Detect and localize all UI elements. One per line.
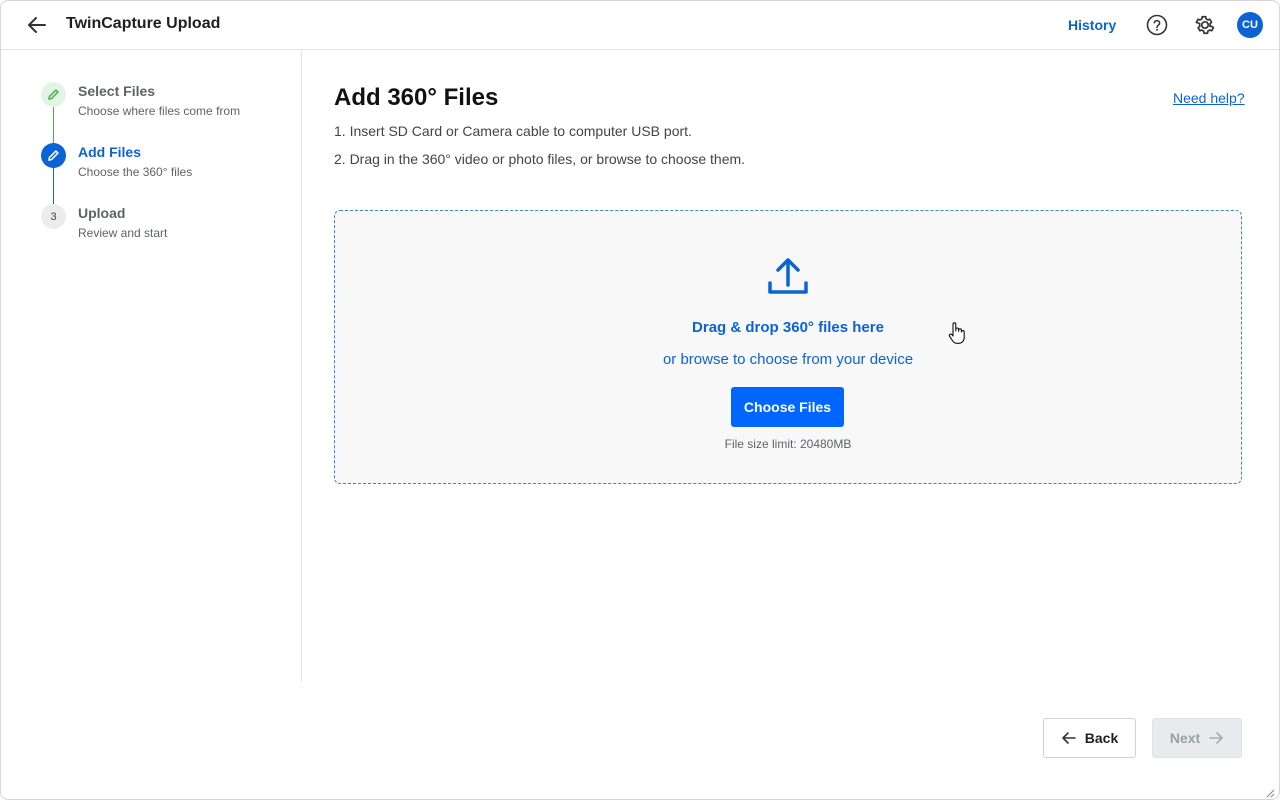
step-subtitle: Review and start bbox=[78, 226, 168, 240]
page-title: Add 360° Files bbox=[334, 84, 499, 111]
arrow-left-icon bbox=[1061, 732, 1076, 744]
back-button[interactable]: Back bbox=[1043, 718, 1136, 758]
pencil-icon bbox=[48, 89, 59, 100]
top-bar: TwinCapture Upload History CU bbox=[1, 1, 1279, 50]
back-button-label: Back bbox=[1084, 730, 1119, 746]
step-subtitle: Choose the 360° files bbox=[78, 165, 193, 179]
step-completed-marker bbox=[41, 82, 66, 107]
upload-icon bbox=[767, 255, 809, 297]
next-button[interactable]: Next bbox=[1152, 718, 1242, 758]
history-link[interactable]: History bbox=[1068, 17, 1116, 33]
choose-files-button[interactable]: Choose Files bbox=[731, 387, 844, 427]
step-title: Upload bbox=[78, 205, 126, 221]
help-icon[interactable] bbox=[1146, 14, 1168, 36]
gear-icon[interactable] bbox=[1194, 14, 1216, 36]
instruction-line: 1. Insert SD Card or Camera cable to com… bbox=[334, 123, 692, 139]
back-arrow-icon[interactable] bbox=[25, 13, 49, 37]
resize-grip-icon[interactable] bbox=[1265, 785, 1275, 798]
need-help-link[interactable]: Need help? bbox=[1173, 90, 1245, 106]
instruction-line: 2. Drag in the 360° video or photo files… bbox=[334, 151, 746, 167]
next-button-label: Next bbox=[1169, 730, 1201, 746]
step-number-marker: 3 bbox=[41, 204, 66, 229]
dropzone-subtitle: or browse to choose from your device bbox=[662, 351, 914, 368]
user-avatar[interactable]: CU bbox=[1237, 12, 1263, 38]
arrow-right-icon bbox=[1209, 732, 1223, 744]
file-dropzone[interactable]: Drag & drop 360° files here or browse to… bbox=[334, 210, 1242, 484]
stepper-sidebar: Select Files Choose where files come fro… bbox=[1, 50, 302, 682]
pencil-icon bbox=[48, 150, 59, 161]
hand-cursor-icon bbox=[947, 321, 967, 345]
step-title: Add Files bbox=[78, 144, 142, 160]
step-active-marker bbox=[41, 143, 66, 168]
file-size-limit: File size limit: 20480MB bbox=[724, 437, 852, 451]
dropzone-title: Drag & drop 360° files here bbox=[692, 319, 884, 336]
step-connector-active bbox=[53, 167, 54, 204]
app-title: TwinCapture Upload bbox=[66, 15, 221, 32]
step-connector-completed bbox=[53, 106, 54, 143]
step-title: Select Files bbox=[78, 83, 156, 99]
app-window: TwinCapture Upload History CU Select Fil… bbox=[0, 0, 1280, 800]
step-subtitle: Choose where files come from bbox=[78, 104, 241, 118]
